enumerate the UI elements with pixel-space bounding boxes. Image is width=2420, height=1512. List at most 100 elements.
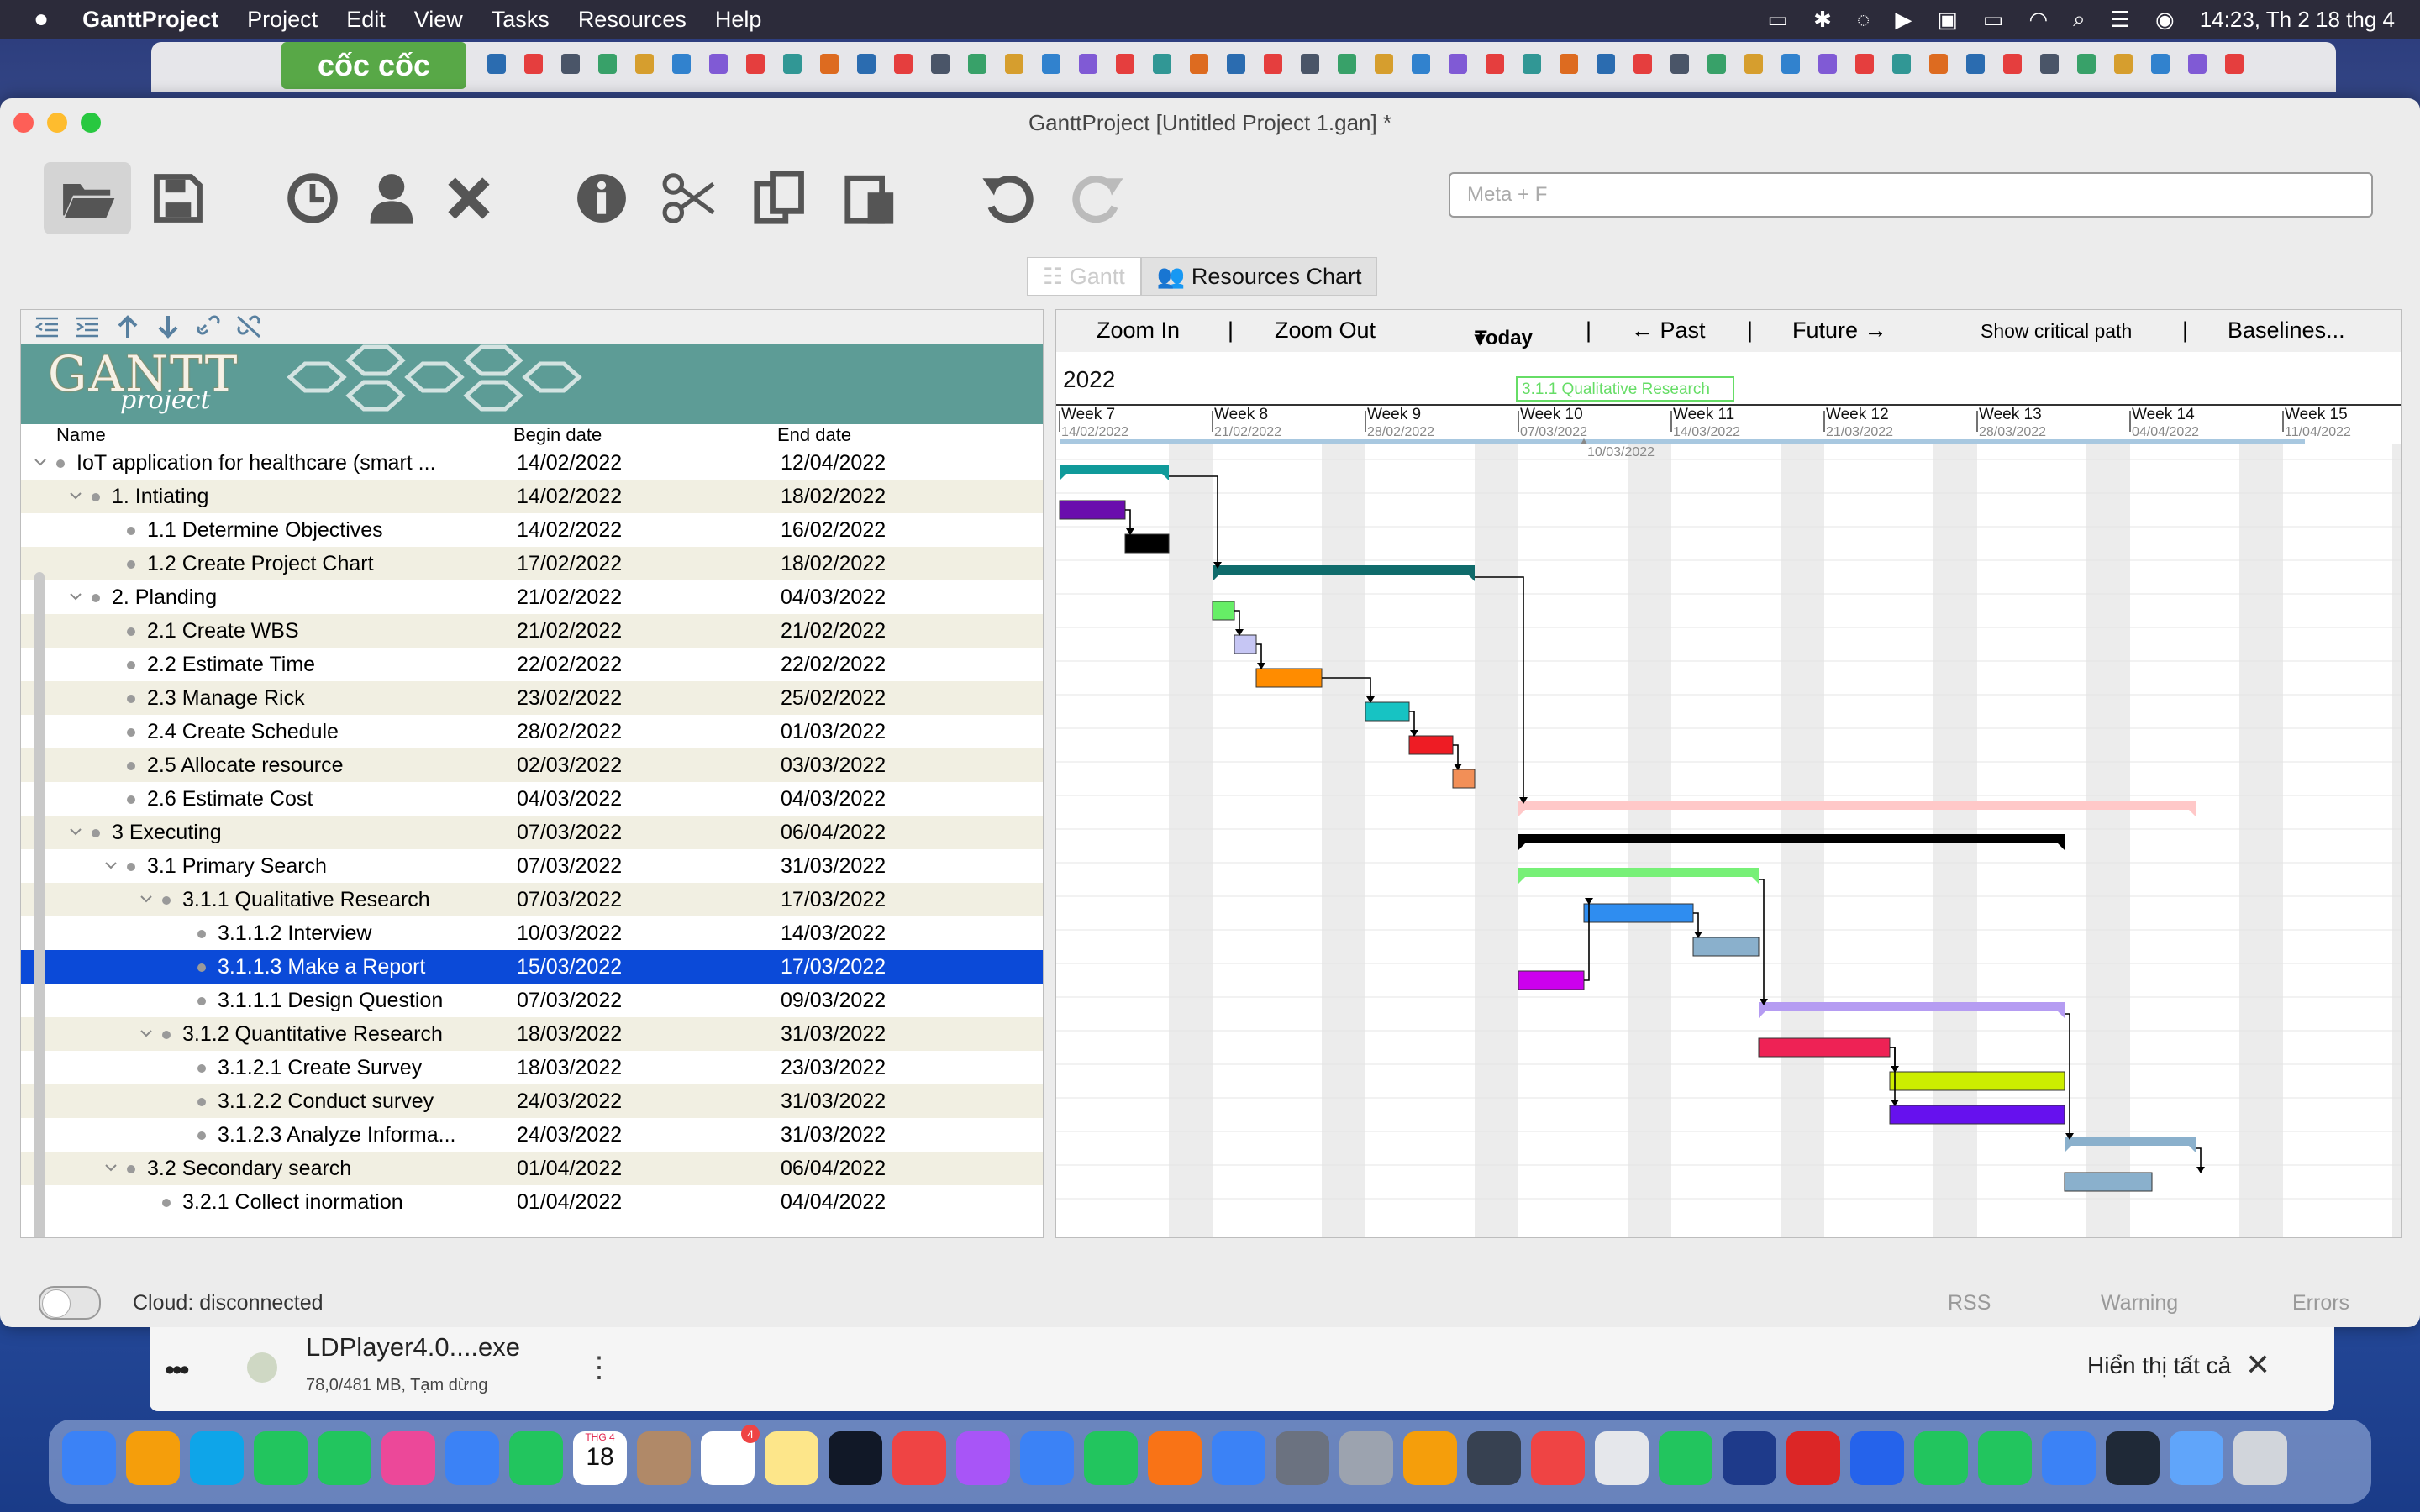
task-name[interactable]: 3.1 Primary Search <box>147 849 327 883</box>
browser-tab-icon[interactable] <box>487 54 506 74</box>
task-row[interactable]: 2. Planding 21/02/2022 04/03/2022 <box>21 580 1043 614</box>
menu-app-name[interactable]: GanttProject <box>82 7 218 33</box>
task-row[interactable]: 2.2 Estimate Time 22/02/2022 22/02/2022 <box>21 648 1043 681</box>
dock-app-icon[interactable] <box>254 1431 308 1485</box>
browser-tab-icon[interactable] <box>1818 54 1837 74</box>
column-name[interactable]: Name <box>56 424 106 446</box>
future-button[interactable]: Future → <box>1792 318 1887 344</box>
dock-app-icon[interactable] <box>1850 1431 1904 1485</box>
task-name[interactable]: 3.1.2.2 Conduct survey <box>218 1084 434 1118</box>
dock-app-icon[interactable] <box>2233 1431 2287 1485</box>
move-down-icon[interactable] <box>155 315 181 339</box>
task-begin-date[interactable]: 07/03/2022 <box>517 883 622 916</box>
bluetooth-icon[interactable]: ✱ <box>1813 7 1832 33</box>
minimize-window-button[interactable] <box>47 113 67 133</box>
task-bar[interactable] <box>1059 500 1126 520</box>
browser-tab-icon[interactable] <box>1338 54 1356 74</box>
task-row[interactable]: 1.1 Determine Objectives 14/02/2022 16/02/… <box>21 513 1043 547</box>
task-begin-date[interactable]: 14/02/2022 <box>517 480 622 513</box>
dock-app-icon[interactable] <box>318 1431 371 1485</box>
task-end-date[interactable]: 04/03/2022 <box>781 580 886 614</box>
task-row[interactable]: 3.1.2.3 Analyze Informa... 24/03/2022 31/0… <box>21 1118 1043 1152</box>
task-end-date[interactable]: 01/03/2022 <box>781 715 886 748</box>
dock-app-icon[interactable] <box>1467 1431 1521 1485</box>
save-button[interactable] <box>134 162 222 234</box>
display-icon[interactable]: ▭ <box>1768 7 1789 33</box>
summary-bar[interactable] <box>2065 1137 2196 1146</box>
dock-app-icon[interactable] <box>1020 1431 1074 1485</box>
column-begin-date[interactable]: Begin date <box>513 424 602 446</box>
link-icon[interactable] <box>196 315 221 339</box>
apple-icon[interactable]: ● <box>34 5 49 34</box>
browser-tab-icon[interactable] <box>1375 54 1393 74</box>
task-end-date[interactable]: 18/02/2022 <box>781 547 886 580</box>
menu-view[interactable]: View <box>414 7 463 33</box>
task-name[interactable]: 2.6 Estimate Cost <box>147 782 313 816</box>
browser-tab-icon[interactable] <box>1079 54 1097 74</box>
dock-app-icon[interactable] <box>445 1431 499 1485</box>
task-name[interactable]: 3.1.1.1 Design Question <box>218 984 443 1017</box>
dock-app-icon[interactable] <box>1531 1431 1585 1485</box>
delete-button[interactable] <box>425 162 513 234</box>
browser-tab-icon[interactable] <box>1005 54 1023 74</box>
task-end-date[interactable]: 31/03/2022 <box>781 1118 886 1152</box>
task-begin-date[interactable]: 21/02/2022 <box>517 580 622 614</box>
task-bar[interactable] <box>1212 601 1235 621</box>
browser-tab-icon[interactable] <box>2188 54 2207 74</box>
redo-button[interactable] <box>1054 162 1141 234</box>
task-bar[interactable] <box>1889 1105 2065 1125</box>
move-up-icon[interactable] <box>115 315 140 339</box>
dock-app-icon[interactable] <box>2106 1431 2160 1485</box>
task-row[interactable]: 3.1.1.2 Interview 10/03/2022 14/03/2022 <box>21 916 1043 950</box>
dock-app-icon[interactable] <box>1978 1431 2032 1485</box>
dock-app-icon[interactable] <box>1212 1431 1265 1485</box>
browser-tab-icon[interactable] <box>1449 54 1467 74</box>
gantt-chart[interactable]: Week 7 14/02/2022 Week 8 21/02/2022 Week 9 28… <box>1056 352 2401 1237</box>
warning-link[interactable]: Warning <box>2101 1291 2178 1315</box>
paste-button[interactable] <box>827 162 914 234</box>
task-row[interactable]: 2.1 Create WBS 21/02/2022 21/02/2022 <box>21 614 1043 648</box>
properties-button[interactable] <box>558 162 645 234</box>
task-name[interactable]: 3.2 Secondary search <box>147 1152 351 1185</box>
menu-tasks[interactable]: Tasks <box>492 7 550 33</box>
task-end-date[interactable]: 18/02/2022 <box>781 480 886 513</box>
browser-tab-icon[interactable] <box>2040 54 2059 74</box>
spotlight-icon[interactable]: ⌕ <box>2073 6 2086 33</box>
chevron-down-icon[interactable] <box>33 454 48 470</box>
chevron-down-icon[interactable] <box>103 1160 118 1175</box>
task-row[interactable]: 3.1.1.1 Design Question 07/03/2022 09/03/2… <box>21 984 1043 1017</box>
task-name[interactable]: 3.1.1.2 Interview <box>218 916 371 950</box>
task-bar[interactable] <box>1255 668 1323 688</box>
task-end-date[interactable]: 17/03/2022 <box>781 950 886 984</box>
browser-tab-icon[interactable] <box>709 54 728 74</box>
task-bar[interactable] <box>2064 1172 2153 1192</box>
browser-tab-icon[interactable] <box>1634 54 1652 74</box>
tab-gantt[interactable]: ☷ Gantt <box>1027 257 1141 296</box>
task-name[interactable]: 2.2 Estimate Time <box>147 648 315 681</box>
browser-tab-icon[interactable] <box>1264 54 1282 74</box>
browser-tab-icon[interactable] <box>598 54 617 74</box>
task-begin-date[interactable]: 23/02/2022 <box>517 681 622 715</box>
task-name[interactable]: 3.1.1.3 Make a Report <box>218 950 425 984</box>
control-center-icon[interactable]: ☰ <box>2111 7 2130 33</box>
task-begin-date[interactable]: 07/03/2022 <box>517 984 622 1017</box>
task-row[interactable]: 2.3 Manage Rick 23/02/2022 25/02/2022 <box>21 681 1043 715</box>
browser-tab-icon[interactable] <box>524 54 543 74</box>
task-begin-date[interactable]: 22/02/2022 <box>517 648 622 681</box>
cloud-toggle[interactable] <box>39 1286 101 1320</box>
task-row[interactable]: 3.2.1 Collect inormation 01/04/2022 04/04/… <box>21 1185 1043 1219</box>
task-begin-date[interactable]: 02/03/2022 <box>517 748 622 782</box>
task-bar[interactable] <box>1365 701 1410 722</box>
browser-tab-icon[interactable] <box>1597 54 1615 74</box>
browser-tab-icon[interactable] <box>1412 54 1430 74</box>
task-end-date[interactable]: 31/03/2022 <box>781 849 886 883</box>
browser-tab-icon[interactable] <box>1153 54 1171 74</box>
dock-app-icon[interactable] <box>1914 1431 1968 1485</box>
summary-bar[interactable] <box>1060 465 1169 474</box>
summary-bar[interactable] <box>1518 801 2196 810</box>
task-begin-date[interactable]: 15/03/2022 <box>517 950 622 984</box>
open-button[interactable] <box>44 162 131 234</box>
undo-button[interactable] <box>965 162 1052 234</box>
chevron-down-icon[interactable] <box>68 589 83 604</box>
task-end-date[interactable]: 12/04/2022 <box>781 446 886 480</box>
